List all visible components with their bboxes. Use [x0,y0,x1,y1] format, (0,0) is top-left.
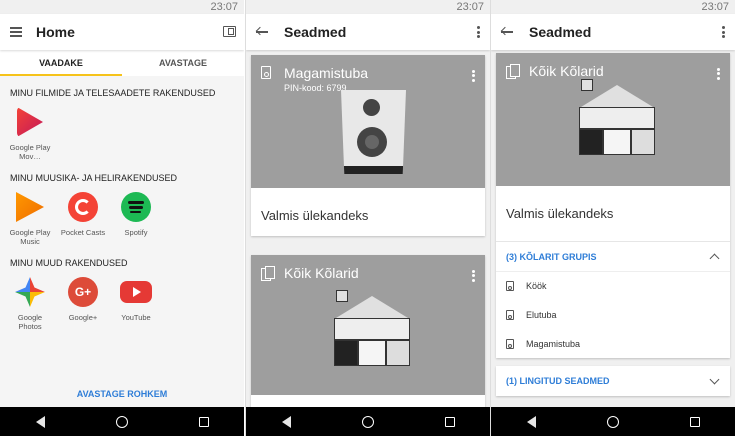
status-bar: 23:07 [0,0,244,14]
devices-screen: 23:07 Seadmed Magamistuba PIN-kood: 6799… [245,0,490,436]
app-label: Google Play Music [9,228,51,246]
page-title: Seadmed [284,24,347,40]
group-member-row[interactable]: Magamistuba [496,329,730,358]
play-music-icon [16,192,44,222]
status-bar: 23:07 [246,0,490,14]
nav-back-icon[interactable] [526,415,536,428]
nav-recents-icon[interactable] [689,416,700,427]
tab-bar: VAADAKE AVASTAGE [0,50,244,76]
nav-bar [0,407,244,436]
app-label: Pocket Casts [60,228,106,237]
app-play-music[interactable]: Google Play Music [7,192,53,246]
back-arrow-icon[interactable] [256,27,268,37]
speaker-group-icon [506,64,520,79]
member-label: Magamistuba [526,338,581,349]
app-google-plus[interactable]: G+ Google+ [60,277,106,331]
speaker-house-illustration [571,61,663,171]
section-title-video: MINU FILMIDE JA TELESAADETE RAKENDUSED [10,88,216,98]
speakers-in-group-header[interactable]: (3) KÕLARIT GRUPIS [496,241,730,271]
back-arrow-icon[interactable] [501,27,513,37]
device-card[interactable]: Magamistuba PIN-kood: 6799 Valmis ülekan… [251,55,485,236]
nav-recents-icon[interactable] [198,416,209,427]
menu-icon[interactable] [10,25,22,39]
member-label: Elutuba [526,309,557,320]
status-bar: 23:07 [491,0,735,14]
app-bar: Seadmed [491,14,735,50]
pocket-casts-icon [68,192,98,222]
nav-back-icon[interactable] [35,415,45,428]
spotify-icon [121,192,151,222]
card-menu-icon[interactable] [717,66,720,81]
home-screen: 23:07 Home VAADAKE AVASTAGE MINU FILMIDE… [0,0,244,436]
chevron-down-icon [709,374,720,385]
speaker-icon [506,338,514,349]
page-title: Home [36,24,75,40]
speaker-icon [506,281,514,291]
group-hero: Kõik Kõlarid [251,255,485,395]
app-pocket-casts[interactable]: Pocket Casts [60,192,106,246]
nav-home-icon[interactable] [361,415,374,428]
photos-icon [15,277,45,307]
speaker-icon [506,309,514,320]
card-menu-icon[interactable] [472,68,475,83]
speaker-house-illustration [326,272,418,382]
app-label: Google+ [68,313,98,322]
device-title: Magamistuba [284,65,369,81]
section-title-other: MINU MUUD RAKENDUSED [10,258,128,268]
app-label: YouTube [121,313,151,322]
device-hero: Magamistuba PIN-kood: 6799 [251,55,485,188]
status-time: 23:07 [701,1,729,13]
status-time: 23:07 [210,1,238,13]
tab-vaadake[interactable]: VAADAKE [0,50,122,76]
app-bar: Seadmed [246,14,490,50]
nav-back-icon[interactable] [281,415,291,428]
card-menu-icon[interactable] [472,268,475,283]
app-youtube[interactable]: YouTube [113,277,159,331]
group-header-label: (3) KÕLARIT GRUPIS [506,251,597,262]
speaker-illustration [341,90,406,174]
discover-more-link[interactable]: AVASTAGE ROHKEM [0,389,244,399]
group-status: Valmis ülekandeks [506,206,614,221]
app-bar: Home [0,14,244,50]
group-card[interactable]: Kõik Kõlarid Valmis ülekandeks (3) KÕLAR… [496,53,730,358]
tab-avastage[interactable]: AVASTAGE [122,50,244,76]
speaker-icon [261,66,271,79]
nav-bar [491,407,735,436]
linked-devices-card[interactable]: (1) LINGITUD SEADMED [496,366,730,396]
linked-devices-label: (1) LINGITUD SEADMED [506,376,610,386]
nav-bar [246,407,490,436]
youtube-icon [120,281,152,303]
nav-recents-icon[interactable] [444,416,455,427]
group-member-row[interactable]: Elutuba [496,300,730,329]
device-status: Valmis ülekandeks [261,208,369,223]
member-label: Köök [526,281,547,291]
group-detail-screen: 23:07 Seadmed Kõik Kõlarid Valmis ülekan… [490,0,735,436]
app-play-movies[interactable]: Google Play Mov… [7,107,53,161]
chevron-up-icon [709,253,720,264]
nav-home-icon[interactable] [606,415,619,428]
nav-home-icon[interactable] [115,415,128,428]
app-spotify[interactable]: Spotify [113,192,159,246]
google-plus-icon: G+ [68,277,98,307]
status-time: 23:07 [456,1,484,13]
play-movies-icon [17,107,43,137]
group-hero: Kõik Kõlarid [496,53,730,186]
group-card[interactable]: Kõik Kõlarid [251,255,485,415]
speaker-group-icon [261,266,275,281]
more-options-icon[interactable] [477,25,480,40]
page-title: Seadmed [529,24,592,40]
app-label: Google Photos [17,313,43,331]
app-google-photos[interactable]: Google Photos [7,277,53,331]
app-label: Google Play Mov… [9,143,51,161]
linked-devices-header[interactable]: (1) LINGITUD SEADMED [496,366,730,396]
pin-code: PIN-kood: 6799 [284,83,347,93]
section-title-music: MINU MUUSIKA- JA HELIRAKENDUSED [10,173,178,183]
cast-icon[interactable] [223,26,236,37]
app-label: Spotify [124,228,148,237]
apps-list: MINU FILMIDE JA TELESAADETE RAKENDUSED G… [0,76,244,407]
more-options-icon[interactable] [722,25,725,40]
group-member-row[interactable]: Köök [496,271,730,300]
